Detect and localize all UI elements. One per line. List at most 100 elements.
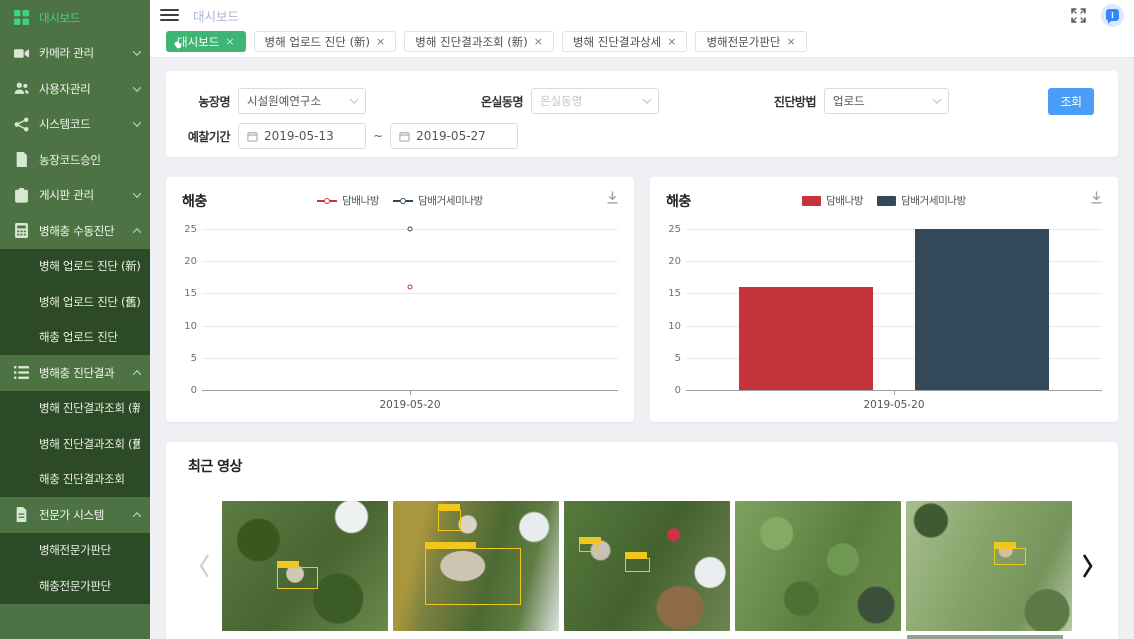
detection-box	[625, 558, 650, 572]
sidebar-item-11[interactable]: 병해 진단결과조회 (新)	[0, 391, 150, 427]
diagnosis-method-select[interactable]: 업로드	[824, 88, 949, 114]
legend-rect-marker	[877, 196, 896, 206]
tab-3[interactable]: 병해 진단결과상세×	[562, 31, 688, 52]
tab-2[interactable]: 병해 진단결과조회 (新) ×	[404, 31, 554, 52]
legend-item[interactable]: 담배나방	[317, 193, 379, 208]
sidebar-item-15[interactable]: 병해전문가판단	[0, 533, 150, 569]
period-end-input[interactable]: 2019-05-27	[390, 123, 518, 149]
carousel-next-icon[interactable]	[1080, 552, 1096, 580]
carousel-prev-icon[interactable]	[196, 552, 212, 580]
users-icon	[14, 81, 29, 96]
y-axis-tick: 15	[656, 288, 681, 299]
download-icon[interactable]	[1089, 190, 1104, 205]
tab-close-icon[interactable]: ×	[667, 35, 676, 48]
chat-info-icon[interactable]: i	[1101, 4, 1124, 27]
detection-label	[425, 542, 477, 548]
fullscreen-icon[interactable]	[1070, 7, 1087, 24]
download-icon[interactable]	[605, 190, 620, 205]
diagnosis-method-label: 진단방법	[764, 93, 816, 110]
chevron-down-icon	[933, 95, 941, 103]
plant-photo-3[interactable]	[564, 501, 730, 631]
plant-photo-4[interactable]	[735, 501, 901, 631]
sidebar-item-8[interactable]: 병해 업로드 진단 (舊)	[0, 284, 150, 320]
sidebar-item-4[interactable]: 농장코드승인	[0, 142, 150, 178]
tab-0[interactable]: ●대시보드×	[166, 31, 246, 52]
farm-name-select[interactable]: 시설원예연구소	[238, 88, 366, 114]
calendar-icon	[247, 131, 258, 142]
detection-label	[438, 504, 460, 510]
recent-images-title: 최근 영상	[188, 456, 1118, 476]
legend-item[interactable]: 담배거세미나방	[877, 193, 966, 208]
main-area: 대시보드 i ●대시보드×병해 업로드 진단 (新)×병해 진단결과조회 (新)…	[150, 0, 1134, 639]
y-axis-tick: 25	[656, 224, 681, 235]
tab-label: 병해전문가판단	[706, 34, 780, 50]
y-axis-tick: 15	[172, 288, 197, 299]
detection-box	[425, 548, 521, 605]
sidebar-item-3[interactable]: 시스템코드	[0, 107, 150, 143]
image-carousel	[188, 501, 1118, 631]
y-axis-tick: 10	[656, 321, 681, 332]
tab-label: 병해 업로드 진단 (新)	[265, 34, 371, 50]
tab-close-icon[interactable]: ×	[225, 35, 234, 48]
calendar-icon	[399, 131, 410, 142]
x-axis-label: 2019-05-20	[686, 399, 1102, 411]
sidebar-item-0[interactable]: 대시보드	[0, 0, 150, 36]
bar-담배나방	[739, 287, 873, 390]
sidebar-item-label: 사용자관리	[39, 81, 134, 97]
tab-close-icon[interactable]: ×	[376, 35, 385, 48]
sidebar-item-2[interactable]: 사용자관리	[0, 71, 150, 107]
period-start-input[interactable]: 2019-05-13	[238, 123, 366, 149]
chevron-down-icon	[643, 95, 651, 103]
photo-strip	[222, 501, 1062, 631]
detection-box	[277, 567, 319, 589]
tab-close-icon[interactable]: ×	[787, 35, 796, 48]
tab-label: 병해 진단결과조회 (新)	[415, 34, 527, 50]
sidebar-item-label: 병해 업로드 진단 (舊)	[39, 294, 140, 310]
chevron-down-icon	[133, 83, 141, 91]
plot-area: 0510152025	[686, 229, 1102, 391]
search-button[interactable]: 조회	[1048, 88, 1094, 115]
sidebar-item-16[interactable]: 해충전문가판단	[0, 568, 150, 604]
legend-label: 담배거세미나방	[418, 193, 483, 208]
sidebar-item-9[interactable]: 해충 업로드 진단	[0, 320, 150, 356]
plant-photo-partial[interactable]	[907, 635, 1063, 639]
sidebar-item-label: 병해충 수동진단	[39, 223, 134, 239]
sidebar-item-12[interactable]: 병해 진단결과조회 (舊)	[0, 426, 150, 462]
tab-close-icon[interactable]: ×	[534, 35, 543, 48]
legend-item[interactable]: 담배거세미나방	[393, 193, 483, 208]
detection-label	[579, 537, 601, 543]
sidebar-item-5[interactable]: 게시판 관리	[0, 178, 150, 214]
sidebar-item-label: 시스템코드	[39, 116, 134, 132]
legend-label: 담배나방	[342, 193, 379, 208]
plant-photo-1[interactable]	[222, 501, 388, 631]
active-tab-dot: ●	[175, 42, 180, 47]
y-axis-tick: 10	[172, 321, 197, 332]
sidebar-item-6[interactable]: 병해충 수동진단	[0, 213, 150, 249]
content: 농장명 시설원예연구소 온실동명 온실동명 진단방법 업로드	[150, 58, 1134, 639]
sidebar-item-label: 대시보드	[39, 10, 140, 26]
legend-item[interactable]: 담배나방	[802, 193, 863, 208]
camera-icon	[14, 46, 29, 61]
y-axis-tick: 0	[172, 385, 197, 396]
sidebar-item-1[interactable]: 카메라 관리	[0, 36, 150, 72]
hamburger-menu-icon[interactable]	[160, 9, 179, 22]
sidebar-item-14[interactable]: 전문가 시스템	[0, 497, 150, 533]
sidebar-item-label: 카메라 관리	[39, 45, 134, 61]
chevron-up-icon	[133, 370, 141, 378]
plant-photo-2[interactable]	[393, 501, 559, 631]
y-axis-tick: 5	[172, 353, 197, 364]
sidebar-item-label: 전문가 시스템	[39, 507, 134, 523]
plant-photo-5[interactable]	[906, 501, 1072, 631]
period-label: 예찰기간	[182, 128, 230, 145]
sidebar-item-13[interactable]: 해충 진단결과조회	[0, 462, 150, 498]
farm-name-label: 농장명	[190, 93, 230, 110]
greenhouse-select[interactable]: 온실동명	[531, 88, 659, 114]
sidebar-item-10[interactable]: 병해충 진단결과	[0, 355, 150, 391]
x-axis-label: 2019-05-20	[202, 399, 618, 411]
sidebar-item-label: 병해전문가판단	[39, 542, 140, 558]
system-code-icon	[14, 117, 29, 132]
tab-4[interactable]: 병해전문가판단 ×	[695, 31, 806, 52]
charts-row: 해충 담배나방담배거세미나방 0510152025 2019-05-20 해충 …	[166, 177, 1118, 422]
sidebar-item-7[interactable]: 병해 업로드 진단 (新)	[0, 249, 150, 285]
tab-1[interactable]: 병해 업로드 진단 (新) ×	[254, 31, 397, 52]
